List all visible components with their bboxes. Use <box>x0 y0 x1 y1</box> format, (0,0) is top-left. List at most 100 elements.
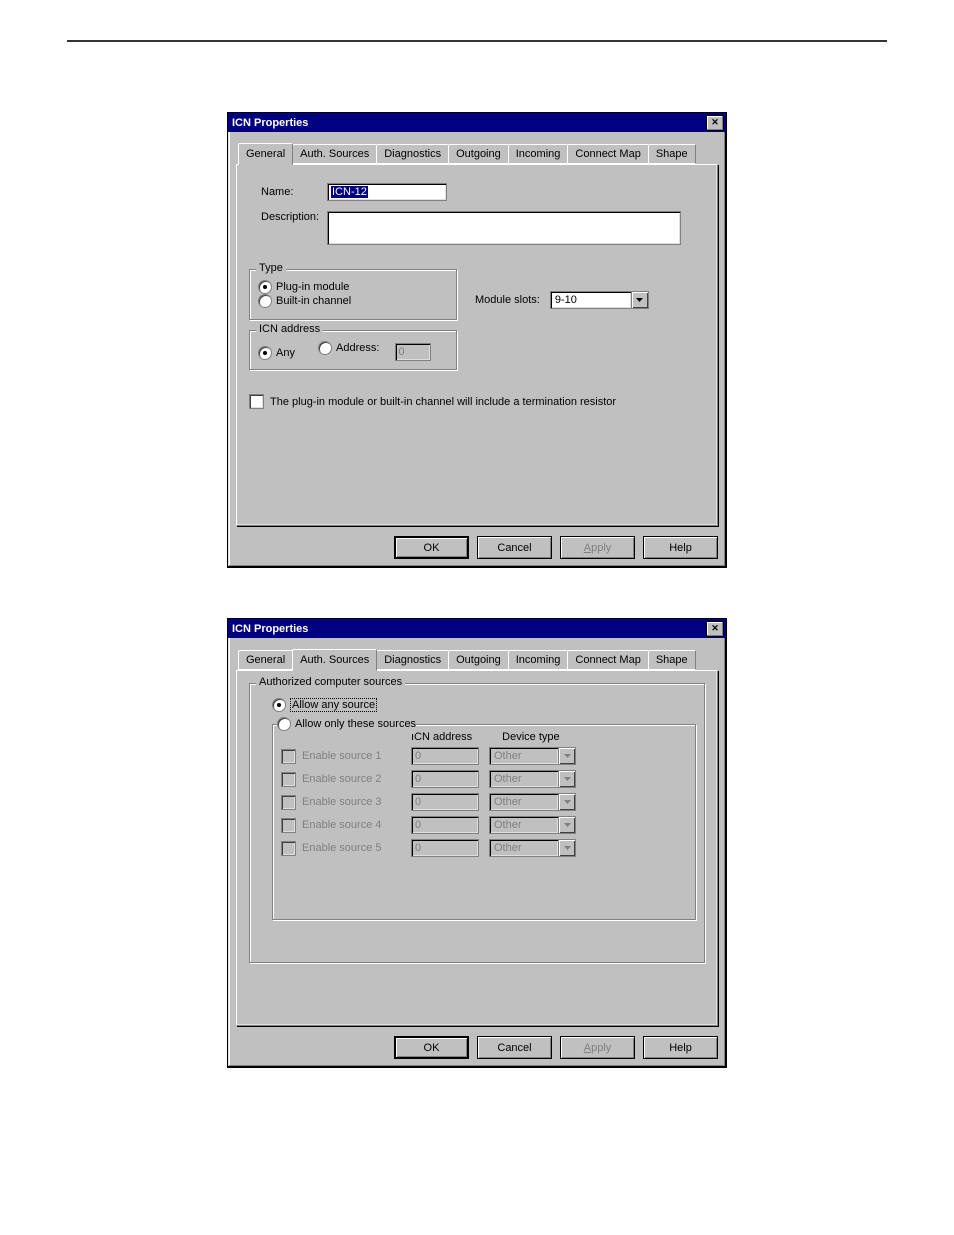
radio-icon <box>272 698 286 712</box>
col-device-type: Device type <box>502 731 559 743</box>
col-icn-address: ICN address <box>411 731 472 743</box>
apply-button: Apply <box>560 1036 635 1059</box>
tab-diagnostics[interactable]: Diagnostics <box>376 144 449 164</box>
dialog-button-bar: OK Cancel Apply Help <box>236 1036 718 1059</box>
source-device-type-select: Other <box>489 793 576 811</box>
radio-icon <box>318 341 332 355</box>
enable-source-checkbox: Enable source 1 <box>281 749 401 764</box>
radio-icon <box>258 294 272 308</box>
icn-address-radio[interactable]: Address: <box>318 341 379 355</box>
close-button[interactable]: ✕ <box>706 621 724 637</box>
window-title: ICN Properties <box>232 623 704 635</box>
tab-connect-map[interactable]: Connect Map <box>567 650 648 670</box>
authorized-sources-legend: Authorized computer sources <box>256 676 405 688</box>
type-group: Type Plug-in module Built-in channel <box>249 269 457 320</box>
radio-icon <box>258 280 272 294</box>
help-button[interactable]: Help <box>643 536 718 559</box>
source-row: Enable source 5 0 Other <box>281 839 687 857</box>
name-input[interactable]: ICN-12 <box>327 183 447 201</box>
termination-resistor-checkbox[interactable]: The plug-in module or built-in channel w… <box>249 394 616 409</box>
tab-shape[interactable]: Shape <box>648 650 696 670</box>
tab-auth-sources[interactable]: Auth. Sources <box>292 649 377 671</box>
source-device-type-select: Other <box>489 770 576 788</box>
source-row: Enable source 1 0 Other <box>281 747 687 765</box>
tab-strip: General Auth. Sources Diagnostics Outgoi… <box>238 648 718 670</box>
tab-general[interactable]: General <box>238 143 293 165</box>
help-button[interactable]: Help <box>643 1036 718 1059</box>
icn-any-radio[interactable]: Any <box>258 346 295 360</box>
module-slots-select[interactable]: 9-10 <box>550 291 649 309</box>
enable-source-label: Enable source 4 <box>302 819 382 831</box>
icn-properties-dialog-auth-sources: ICN Properties ✕ General Auth. Sources D… <box>227 618 727 1068</box>
tab-shape[interactable]: Shape <box>648 144 696 164</box>
tab-diagnostics[interactable]: Diagnostics <box>376 650 449 670</box>
source-row: Enable source 40Other <box>281 816 687 834</box>
source-icn-address-input: 0 <box>411 816 479 834</box>
checkbox-icon <box>281 749 296 764</box>
checkbox-icon <box>281 772 296 787</box>
close-button[interactable]: ✕ <box>706 115 724 131</box>
description-label: Description: <box>261 211 327 223</box>
chevron-down-icon <box>558 839 576 857</box>
checkbox-icon <box>249 394 264 409</box>
source-icn-address-input: 0 <box>411 770 479 788</box>
chevron-down-icon <box>558 816 576 834</box>
type-builtin-radio[interactable]: Built-in channel <box>258 294 351 308</box>
source-device-type-select: Other <box>489 747 576 765</box>
chevron-down-icon <box>558 793 576 811</box>
allow-only-sources-radio[interactable]: Allow only these sources <box>277 717 416 731</box>
chevron-down-icon[interactable] <box>631 291 649 309</box>
source-icn-address-input: 0 <box>411 793 479 811</box>
module-slots-label: Module slots: <box>475 294 540 306</box>
tab-incoming[interactable]: Incoming <box>508 144 569 164</box>
authorized-sources-group: Authorized computer sources Allow any so… <box>249 683 705 963</box>
icn-address-group: ICN address Any Address: 0 <box>249 330 457 370</box>
chevron-down-icon <box>558 770 576 788</box>
type-plugin-radio[interactable]: Plug-in module <box>258 280 349 294</box>
titlebar[interactable]: ICN Properties ✕ <box>228 619 726 638</box>
enable-source-checkbox: Enable source 4 <box>281 818 401 833</box>
tab-connect-map[interactable]: Connect Map <box>567 144 648 164</box>
source-row: Enable source 3 0 Other <box>281 793 687 811</box>
cancel-button[interactable]: Cancel <box>477 536 552 559</box>
tab-strip: General Auth. Sources Diagnostics Outgoi… <box>238 142 718 164</box>
dialog-button-bar: OK Cancel Apply Help <box>236 536 718 559</box>
enable-source-checkbox: Enable source 5 <box>281 841 401 856</box>
close-icon: ✕ <box>711 624 719 633</box>
enable-source-label: Enable source 3 <box>302 796 382 808</box>
icn-address-legend: ICN address <box>256 323 323 335</box>
radio-icon <box>258 346 272 360</box>
source-row: Enable source 2 0 Other <box>281 770 687 788</box>
source-device-type-select: Other <box>489 839 576 857</box>
tab-outgoing[interactable]: Outgoing <box>448 650 509 670</box>
source-icn-address-input: 0 <box>411 747 479 765</box>
checkbox-icon <box>281 818 296 833</box>
enable-source-label: Enable source 1 <box>302 750 382 762</box>
ok-button[interactable]: OK <box>394 536 469 559</box>
allow-any-source-radio[interactable]: Allow any source <box>272 698 377 712</box>
window-title: ICN Properties <box>232 117 704 129</box>
checkbox-icon <box>281 841 296 856</box>
source-icn-address-input: 0 <box>411 839 479 857</box>
titlebar[interactable]: ICN Properties ✕ <box>228 113 726 132</box>
description-input[interactable] <box>327 211 681 245</box>
tab-auth-sources[interactable]: Auth. Sources <box>292 144 377 164</box>
radio-icon <box>277 717 291 731</box>
tab-panel-auth-sources: Authorized computer sources Allow any so… <box>236 670 718 1026</box>
tab-outgoing[interactable]: Outgoing <box>448 144 509 164</box>
enable-source-label: Enable source 2 <box>302 773 382 785</box>
name-value: ICN-12 <box>331 186 368 198</box>
tab-panel-general: Name: ICN-12 Description: Type Plug-in m… <box>236 164 718 526</box>
ok-button[interactable]: OK <box>394 1036 469 1059</box>
tab-general[interactable]: General <box>238 650 293 670</box>
type-legend: Type <box>256 262 286 274</box>
chevron-down-icon <box>558 747 576 765</box>
cancel-button[interactable]: Cancel <box>477 1036 552 1059</box>
allow-only-group: Allow only these sources ICN address Dev… <box>272 724 696 920</box>
enable-source-checkbox: Enable source 2 <box>281 772 401 787</box>
enable-source-label: Enable source 5 <box>302 842 382 854</box>
tab-incoming[interactable]: Incoming <box>508 650 569 670</box>
close-icon: ✕ <box>711 118 719 127</box>
checkbox-icon <box>281 795 296 810</box>
enable-source-checkbox: Enable source 3 <box>281 795 401 810</box>
